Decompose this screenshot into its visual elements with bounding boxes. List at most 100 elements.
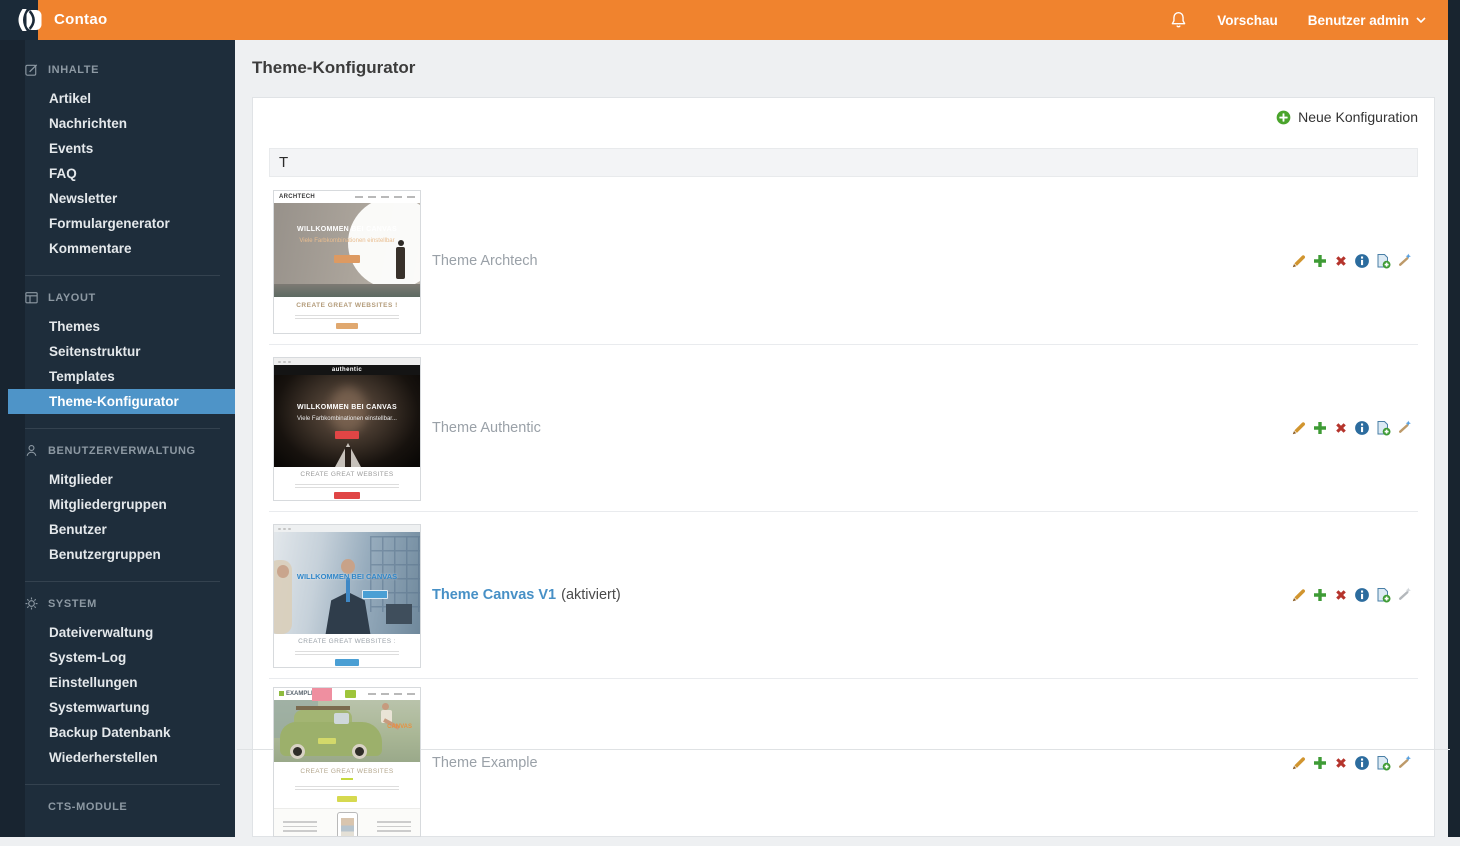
sidebar-item-mitgliedergruppen[interactable]: Mitgliedergruppen (0, 492, 235, 517)
section-benutzerverwaltung: BENUTZERVERWALTUNG (0, 443, 235, 458)
sidebar-item-artikel[interactable]: Artikel (0, 86, 235, 111)
import-theme-icon[interactable] (1375, 755, 1391, 771)
delete-icon[interactable] (1333, 755, 1349, 771)
layout-icon (24, 290, 39, 305)
thumb-body: CREATE GREAT WEBSITES (274, 467, 420, 501)
info-icon[interactable] (1354, 587, 1370, 603)
theme-link[interactable]: Theme Canvas V1 (432, 587, 556, 603)
phone-mockup (337, 812, 358, 837)
thumb-browser-bar (274, 525, 420, 532)
sidebar: INHALTE Artikel Nachrichten Events FAQ N… (0, 40, 235, 837)
decor (295, 482, 399, 490)
decor (295, 784, 399, 792)
theme-rows: ARCHTECH WILLKOMMEN BEI CANVAS Viele Far… (269, 178, 1418, 836)
delete-icon[interactable] (1333, 253, 1349, 269)
chevron-down-icon (1416, 17, 1426, 24)
theme-name: Theme Archtech (432, 253, 543, 269)
info-icon[interactable] (1354, 755, 1370, 771)
thumb-hero: WILLKOMMEN BEI CANVAS (274, 532, 420, 634)
thumb-section (274, 808, 420, 837)
row-actions (1291, 587, 1412, 603)
decor (348, 203, 420, 289)
edit-icon[interactable] (1291, 755, 1307, 771)
duplicate-icon[interactable] (1312, 253, 1328, 269)
sidebar-item-backup-datenbank[interactable]: Backup Datenbank (0, 720, 235, 745)
info-icon[interactable] (1354, 420, 1370, 436)
edit-icon[interactable] (1291, 420, 1307, 436)
sidebar-item-theme-konfigurator[interactable]: Theme-Konfigurator (8, 389, 235, 414)
thumb-cta-button (318, 738, 336, 744)
sidebar-item-themes[interactable]: Themes (0, 314, 235, 339)
divider (25, 275, 220, 276)
thumb-cta-button (335, 659, 359, 666)
theme-thumbnail-example: EXAMPLE (273, 687, 421, 837)
import-theme-icon[interactable] (1375, 420, 1391, 436)
gear-icon (24, 596, 39, 611)
row-actions (1291, 420, 1412, 436)
sidebar-item-benutzergruppen[interactable]: Benutzergruppen (0, 542, 235, 567)
decor (312, 688, 332, 701)
theme-thumbnail-authentic: authentic WILLKOMMEN BEI CANVAS Viele Fa… (273, 357, 421, 501)
table-row: WILLKOMMEN BEI CANVAS CREATE GREAT WEBSI… (269, 512, 1418, 679)
theme-list-panel: Neue Konfiguration T ARCHTECH (252, 97, 1435, 837)
import-theme-icon[interactable] (1375, 587, 1391, 603)
edit-icon[interactable] (1291, 253, 1307, 269)
decor (341, 778, 353, 780)
decor (382, 703, 389, 710)
user-menu[interactable]: Benutzer admin (1308, 13, 1426, 28)
decor (396, 247, 405, 279)
thumb-cta-button (334, 492, 360, 499)
sidebar-item-einstellungen[interactable]: Einstellungen (0, 670, 235, 695)
theme-wizard-icon[interactable] (1396, 253, 1412, 269)
sidebar-item-wiederherstellen[interactable]: Wiederherstellen (0, 745, 235, 770)
decor (295, 313, 399, 321)
info-icon[interactable] (1354, 253, 1370, 269)
thumb-cta-button (362, 590, 388, 599)
sidebar-item-faq[interactable]: FAQ (0, 161, 235, 186)
thumb-cta-button (334, 255, 360, 263)
thumb-body: CREATE GREAT WEBSITES (274, 762, 420, 808)
decor (295, 649, 399, 657)
notifications-bell-icon[interactable] (1170, 11, 1187, 29)
theme-wizard-disabled-icon (1396, 587, 1412, 603)
duplicate-icon[interactable] (1312, 420, 1328, 436)
sidebar-item-mitglieder[interactable]: Mitglieder (0, 467, 235, 492)
row-actions (1291, 253, 1412, 269)
theme-wizard-icon[interactable] (1396, 420, 1412, 436)
duplicate-icon[interactable] (1312, 755, 1328, 771)
sidebar-item-benutzer[interactable]: Benutzer (0, 517, 235, 542)
topbar: Contao Vorschau Benutzer admin (0, 0, 1448, 40)
preview-link[interactable]: Vorschau (1217, 13, 1278, 28)
table-row: authentic WILLKOMMEN BEI CANVAS Viele Fa… (269, 345, 1418, 512)
import-theme-icon[interactable] (1375, 253, 1391, 269)
table-row: EXAMPLE (269, 679, 1418, 846)
section-system: SYSTEM (0, 596, 235, 611)
delete-icon[interactable] (1333, 420, 1349, 436)
page-edge-strip (1448, 0, 1460, 837)
decor (368, 693, 415, 695)
edit-icon[interactable] (1291, 587, 1307, 603)
main-content: Theme-Konfigurator Neue Konfiguration T … (235, 40, 1448, 837)
sidebar-item-systemwartung[interactable]: Systemwartung (0, 695, 235, 720)
delete-icon[interactable] (1333, 587, 1349, 603)
decor (334, 713, 349, 724)
user-icon (24, 443, 39, 458)
sidebar-item-seitenstruktur[interactable]: Seitenstruktur (0, 339, 235, 364)
section-inhalte: INHALTE (0, 62, 235, 77)
sidebar-item-newsletter[interactable]: Newsletter (0, 186, 235, 211)
duplicate-icon[interactable] (1312, 587, 1328, 603)
theme-wizard-icon[interactable] (1396, 755, 1412, 771)
sidebar-item-dateiverwaltung[interactable]: Dateiverwaltung (0, 620, 235, 645)
thumb-hero: CANVAS (274, 700, 420, 762)
plus-circle-icon (1276, 110, 1291, 125)
sidebar-item-kommentare[interactable]: Kommentare (0, 236, 235, 261)
thumb-cta-button (336, 323, 358, 329)
sidebar-item-templates[interactable]: Templates (0, 364, 235, 389)
sidebar-item-system-log[interactable]: System-Log (0, 645, 235, 670)
sidebar-item-nachrichten[interactable]: Nachrichten (0, 111, 235, 136)
row-actions (1291, 755, 1412, 771)
section-cts-module: CTS-MODULE (0, 799, 235, 814)
new-configuration-button[interactable]: Neue Konfiguration (1276, 109, 1418, 125)
sidebar-item-events[interactable]: Events (0, 136, 235, 161)
sidebar-item-formulargenerator[interactable]: Formulargenerator (0, 211, 235, 236)
